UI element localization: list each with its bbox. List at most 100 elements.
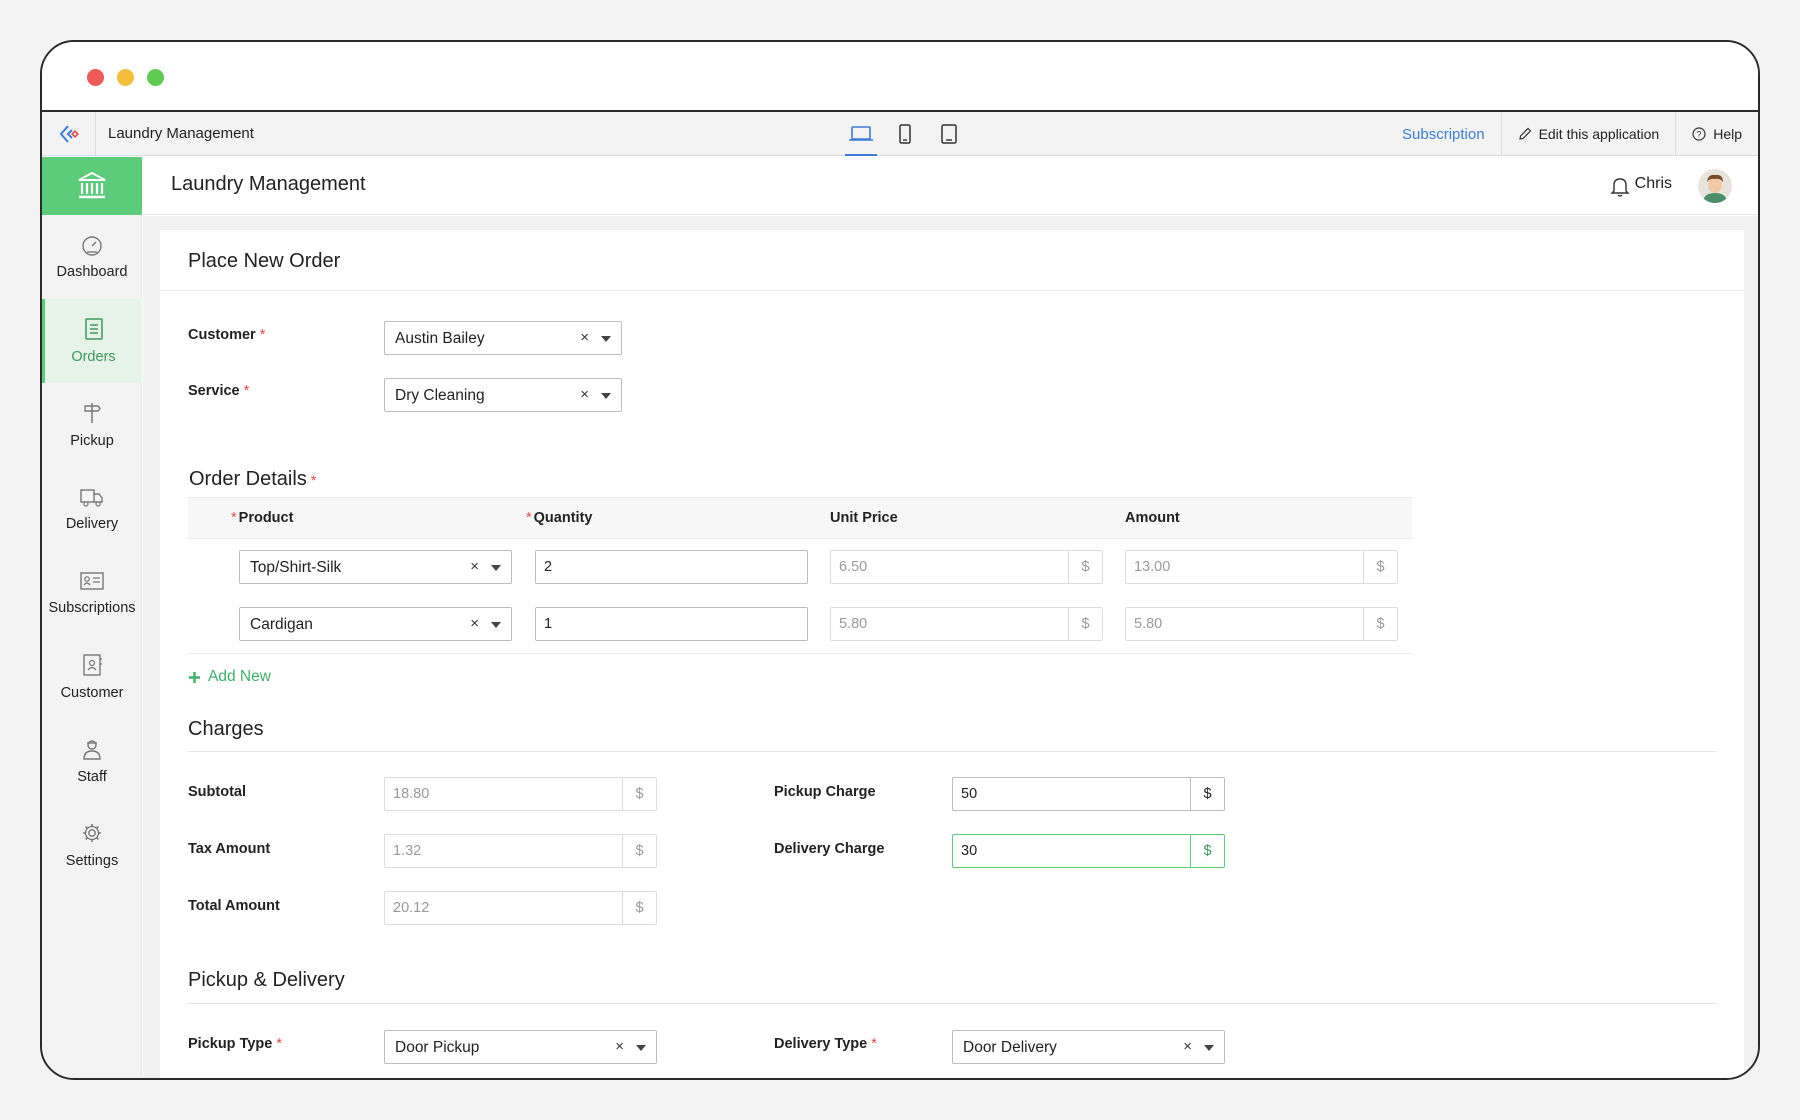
currency-symbol: $ [1068, 608, 1102, 640]
product-value: Cardigan [250, 616, 313, 633]
user-name[interactable]: Chris [1635, 175, 1672, 193]
orders-icon [84, 318, 103, 340]
chevron-down-icon[interactable] [601, 336, 611, 342]
chevron-down-icon[interactable] [491, 565, 501, 571]
minimize-window-button[interactable] [117, 69, 134, 86]
plus-icon [189, 671, 200, 683]
quantity-input[interactable]: 1 [535, 607, 808, 641]
delivery-type-label-text: Delivery Type [774, 1036, 868, 1052]
pickup-type-label: Pickup Type * [188, 1036, 282, 1052]
unit-price-field: 5.80 $ [830, 607, 1103, 641]
edit-application-button[interactable]: Edit this application [1500, 112, 1676, 156]
sidebar-item-dashboard[interactable]: Dashboard [42, 215, 142, 299]
chevron-down-icon[interactable] [1204, 1045, 1214, 1051]
order-details-title-text: Order Details [189, 468, 307, 490]
app-window: Laundry Management Subscription Edit thi… [40, 40, 1760, 1080]
pencil-icon [1518, 127, 1531, 140]
column-header-label: Product [238, 510, 294, 526]
required-mark: * [276, 1036, 282, 1052]
sidebar-item-pickup[interactable]: Pickup [42, 383, 142, 467]
sidebar-item-label: Dashboard [56, 264, 128, 280]
pickup-type-label-text: Pickup Type [188, 1036, 273, 1052]
currency-symbol: $ [1068, 551, 1102, 583]
sidebar-item-label: Settings [65, 853, 119, 869]
avatar[interactable] [1698, 169, 1732, 203]
dashboard-icon [82, 236, 102, 256]
order-form-card: Place New Order Customer * Austin Bailey … [160, 230, 1744, 1078]
truck-icon [80, 489, 103, 507]
quantity-input[interactable]: 2 [535, 550, 808, 584]
clear-icon[interactable]: × [580, 329, 589, 346]
subtotal-value: 18.80 [393, 786, 430, 802]
customer-select[interactable]: Austin Bailey × [384, 321, 622, 355]
tax-amount-label: Tax Amount [188, 841, 271, 857]
required-mark: * [871, 1036, 877, 1052]
contact-book-icon [83, 654, 102, 676]
mobile-icon[interactable] [927, 112, 971, 156]
table-divider [188, 653, 1412, 654]
sidebar-item-orders[interactable]: Orders [42, 299, 142, 383]
column-header-label: Amount [1125, 510, 1180, 526]
help-label: Help [1713, 126, 1742, 142]
sidebar-item-customer[interactable]: Customer [42, 635, 142, 719]
id-card-icon [80, 572, 104, 590]
service-value: Dry Cleaning [395, 387, 485, 404]
clear-icon[interactable]: × [470, 558, 479, 575]
chevron-down-icon[interactable] [636, 1045, 646, 1051]
product-select[interactable]: Cardigan × [239, 607, 512, 641]
currency-symbol: $ [622, 835, 656, 867]
required-mark: * [259, 327, 266, 343]
sidebar-item-label: Customer [60, 685, 124, 701]
required-mark: * [526, 510, 532, 526]
sidebar-item-label: Orders [71, 349, 116, 365]
chevron-down-icon[interactable] [601, 393, 611, 399]
delivery-charge-input[interactable]: 30 $ [952, 834, 1225, 868]
amount-value: 13.00 [1134, 559, 1171, 575]
total-amount-value: 20.12 [393, 900, 430, 916]
app-logo-icon[interactable] [42, 112, 96, 156]
clear-icon[interactable]: × [1183, 1038, 1192, 1055]
customer-value: Austin Bailey [395, 330, 485, 347]
clear-icon[interactable]: × [615, 1038, 624, 1055]
column-header-product: * Product [231, 510, 293, 526]
top-actions: Subscription Edit this application ? Hel… [1386, 112, 1758, 156]
chevron-down-icon[interactable] [491, 622, 501, 628]
sidebar-item-label: Delivery [65, 516, 119, 532]
delivery-charge-value: 30 [961, 843, 978, 859]
bell-icon[interactable] [1610, 175, 1630, 197]
home-bank-icon[interactable] [42, 157, 142, 215]
sidebar-item-label: Pickup [70, 433, 114, 449]
maximize-window-button[interactable] [147, 69, 164, 86]
help-button[interactable]: ? Help [1675, 112, 1758, 156]
required-mark: * [243, 383, 250, 399]
signpost-icon [84, 403, 101, 423]
product-value: Top/Shirt-Silk [250, 559, 342, 576]
add-new-row-button[interactable]: Add New [188, 668, 271, 686]
required-mark: * [310, 472, 317, 488]
column-header-amount: Amount [1125, 510, 1180, 526]
clear-icon[interactable]: × [580, 386, 589, 403]
sidebar-item-subscriptions[interactable]: Subscriptions [42, 551, 142, 635]
add-new-label: Add New [208, 668, 271, 685]
currency-symbol: $ [1363, 608, 1397, 640]
table-header: * Product * Quantity Unit Price Amount [188, 497, 1412, 539]
subscription-link[interactable]: Subscription [1386, 112, 1501, 156]
sidebar-item-settings[interactable]: Settings [42, 803, 142, 887]
clear-icon[interactable]: × [470, 615, 479, 632]
page-title: Laundry Management [171, 173, 366, 195]
sidebar-item-delivery[interactable]: Delivery [42, 467, 142, 551]
pickup-type-select[interactable]: Door Pickup × [384, 1030, 657, 1064]
service-select[interactable]: Dry Cleaning × [384, 378, 622, 412]
pickup-charge-value: 50 [961, 786, 978, 802]
delivery-type-select[interactable]: Door Delivery × [952, 1030, 1225, 1064]
pickup-charge-input[interactable]: 50 $ [952, 777, 1225, 811]
unit-price-value: 6.50 [839, 559, 868, 575]
sidebar-item-staff[interactable]: Staff [42, 719, 142, 803]
close-window-button[interactable] [87, 69, 104, 86]
desktop-icon[interactable] [839, 112, 883, 156]
product-select[interactable]: Top/Shirt-Silk × [239, 550, 512, 584]
divider [160, 290, 1744, 291]
charges-title: Charges [188, 718, 264, 740]
amount-field: 13.00 $ [1125, 550, 1398, 584]
tablet-icon[interactable] [883, 112, 927, 156]
